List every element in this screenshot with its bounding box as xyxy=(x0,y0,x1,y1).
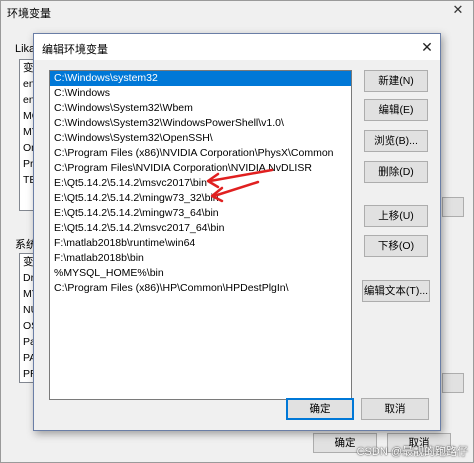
move-up-button[interactable]: 上移(U) xyxy=(364,205,428,227)
path-list-item[interactable]: F:\matlab2018b\bin xyxy=(50,251,351,266)
path-list-item[interactable]: C:\Program Files (x86)\HP\Common\HPDestP… xyxy=(50,281,351,296)
browse-button[interactable]: 浏览(B)... xyxy=(364,130,428,152)
window-title: 环境变量 xyxy=(7,8,51,20)
close-icon[interactable]: ✕ xyxy=(451,3,465,17)
cancel-button[interactable]: 取消 xyxy=(361,398,429,420)
edit-environment-variable-dialog: 编辑环境变量 ✕ C:\Windows\system32 C:\Windows C:… xyxy=(33,33,441,431)
path-list-item[interactable]: F:\matlab2018b\runtime\win64 xyxy=(50,236,351,251)
system-delete-button[interactable] xyxy=(442,373,464,393)
ok-button[interactable]: 确定 xyxy=(286,398,354,420)
close-icon[interactable]: ✕ xyxy=(418,38,436,56)
delete-button[interactable]: 删除(D) xyxy=(364,161,428,183)
edit-text-button[interactable]: 编辑文本(T)... xyxy=(362,280,430,302)
watermark: CSDN @最靓的跑路仔 xyxy=(356,446,468,458)
edit-button[interactable]: 编辑(E) xyxy=(364,99,428,121)
path-list-item[interactable]: %MYSQL_HOME%\bin xyxy=(50,266,351,281)
user-delete-button[interactable] xyxy=(442,197,464,217)
dialog-title: 编辑环境变量 xyxy=(42,44,108,56)
path-list-item[interactable]: C:\Windows\system32 xyxy=(50,71,351,86)
path-list-item[interactable]: C:\Windows\System32\OpenSSH\ xyxy=(50,131,351,146)
path-list-item[interactable]: C:\Windows xyxy=(50,86,351,101)
path-list-item[interactable]: E:\Qt5.14.2\5.14.2\msvc2017_64\bin xyxy=(50,221,351,236)
path-list[interactable]: C:\Windows\system32 C:\Windows C:\Windows\… xyxy=(49,70,352,400)
path-list-item[interactable]: C:\Windows\System32\WindowsPowerShell\v1… xyxy=(50,116,351,131)
dialog-titlebar: 编辑环境变量 ✕ xyxy=(34,34,440,60)
annotation-arrows-icon xyxy=(206,168,274,203)
path-list-item[interactable]: E:\Qt5.14.2\5.14.2\mingw73_64\bin xyxy=(50,206,351,221)
path-list-item[interactable]: C:\Windows\System32\Wbem xyxy=(50,101,351,116)
arrow-msvc-line xyxy=(208,168,274,183)
new-button[interactable]: 新建(N) xyxy=(364,70,428,92)
path-list-item[interactable]: C:\Program Files (x86)\NVIDIA Corporatio… xyxy=(50,146,351,161)
move-down-button[interactable]: 下移(O) xyxy=(364,235,428,257)
